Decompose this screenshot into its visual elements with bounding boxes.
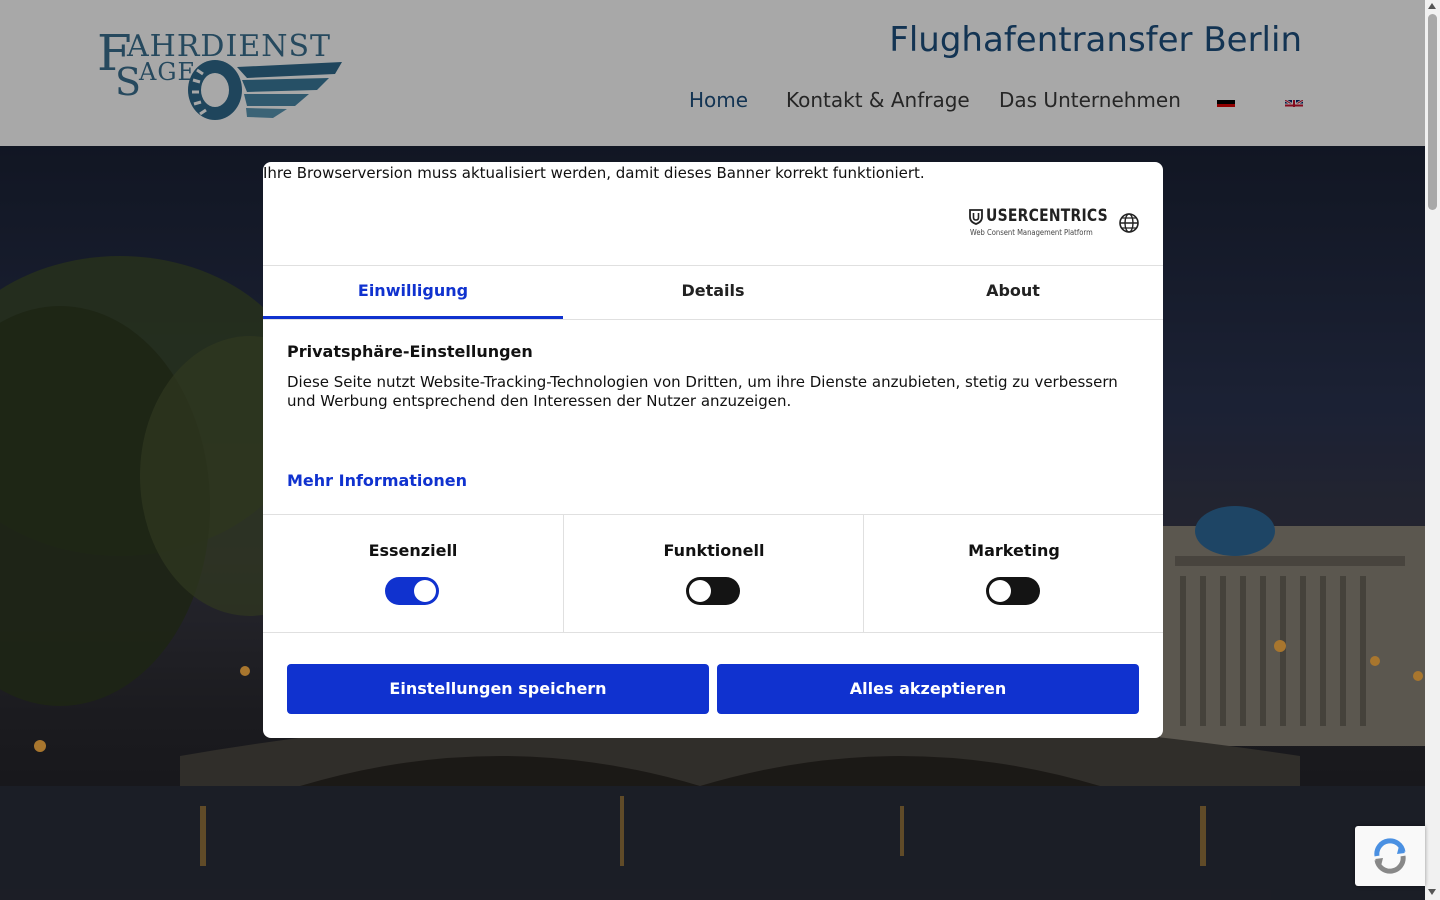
toggle-knob bbox=[689, 580, 711, 602]
tab-details[interactable]: Details bbox=[563, 266, 863, 319]
category-essenziell: Essenziell bbox=[263, 515, 563, 632]
category-marketing: Marketing bbox=[863, 515, 1163, 632]
essenziell-toggle[interactable] bbox=[385, 577, 439, 605]
scroll-up-arrow-icon[interactable] bbox=[1428, 3, 1436, 9]
category-label: Marketing bbox=[968, 541, 1060, 560]
usercentrics-subtitle: Web Consent Management Platform bbox=[970, 228, 1093, 237]
category-funktionell: Funktionell bbox=[563, 515, 864, 632]
recaptcha-icon bbox=[1374, 838, 1406, 874]
consent-tabs: Einwilligung Details About bbox=[263, 265, 1163, 320]
consent-categories: Essenziell Funktionell Marketing bbox=[263, 514, 1163, 633]
consent-dialog: Ihre Browserversion muss aktualisiert we… bbox=[263, 162, 1163, 738]
category-label: Funktionell bbox=[663, 541, 765, 560]
usercentrics-logo: USERCENTRICS Web Consent Management Plat… bbox=[969, 206, 1108, 240]
accept-all-button[interactable]: Alles akzeptieren bbox=[717, 664, 1139, 714]
language-globe-icon[interactable] bbox=[1118, 212, 1140, 234]
toggle-knob bbox=[989, 580, 1011, 602]
marketing-toggle[interactable] bbox=[986, 577, 1040, 605]
usercentrics-shield-icon bbox=[969, 209, 983, 225]
funktionell-toggle[interactable] bbox=[686, 577, 740, 605]
save-settings-button[interactable]: Einstellungen speichern bbox=[287, 664, 709, 714]
privacy-description: Diese Seite nutzt Website-Tracking-Techn… bbox=[287, 373, 1118, 410]
page-scrollbar[interactable] bbox=[1425, 0, 1440, 900]
scroll-thumb[interactable] bbox=[1428, 14, 1437, 210]
category-label: Essenziell bbox=[368, 541, 458, 560]
privacy-settings-title: Privatsphäre-Einstellungen bbox=[287, 342, 533, 361]
tab-about[interactable]: About bbox=[863, 266, 1163, 319]
usercentrics-wordmark: USERCENTRICS bbox=[986, 206, 1108, 226]
more-information-link[interactable]: Mehr Informationen bbox=[287, 471, 467, 490]
scroll-down-arrow-icon[interactable] bbox=[1428, 889, 1436, 895]
recaptcha-badge[interactable] bbox=[1355, 826, 1425, 886]
toggle-knob bbox=[414, 580, 436, 602]
browser-warning: Ihre Browserversion muss aktualisiert we… bbox=[263, 164, 925, 182]
tab-einwilligung[interactable]: Einwilligung bbox=[263, 266, 563, 319]
